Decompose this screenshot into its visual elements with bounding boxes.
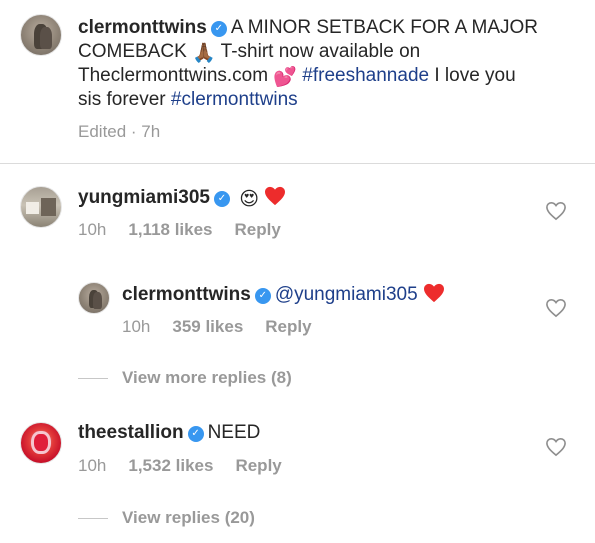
comment-meta: 10h 1,532 likes Reply xyxy=(78,456,282,476)
edited-label: Edited · 7h xyxy=(78,122,161,141)
reply-text-line: clermonttwins ✓ @yungmiami305 xyxy=(122,283,445,307)
like-heart-icon[interactable] xyxy=(545,437,567,457)
mention-link[interactable]: @yungmiami305 xyxy=(275,284,418,305)
red-heart-emoji-icon xyxy=(265,186,286,206)
reply-time: 10h xyxy=(122,317,151,336)
view-more-replies-button[interactable]: View more replies (8) xyxy=(122,368,292,388)
verified-badge-icon: ✓ xyxy=(187,426,204,442)
caption-text-2: COMEBACK xyxy=(78,41,187,62)
caption-line-2: COMEBACK 🙏🏾 T-shirt now available on xyxy=(78,40,420,66)
pray-emoji-icon: 🙏🏾 xyxy=(192,43,216,64)
view-more-line xyxy=(78,378,108,379)
reply-avatar-clermonttwins[interactable] xyxy=(78,282,110,314)
verified-badge-icon: ✓ xyxy=(210,21,227,37)
comment-likes[interactable]: 1,118 likes xyxy=(128,220,212,239)
caption-text-2b: T-shirt now available on xyxy=(220,41,421,62)
caption-text-4: sis forever xyxy=(78,89,166,110)
comment-text-line: yungmiami305 ✓ 😍 xyxy=(78,186,286,212)
two-hearts-emoji-icon: 💕 xyxy=(273,67,298,88)
comment-meta: 10h 1,118 likes Reply xyxy=(78,220,281,240)
red-heart-emoji-icon xyxy=(423,283,444,303)
caption-text-1: A MINOR SETBACK FOR A MAJOR xyxy=(230,17,539,38)
reply-button[interactable]: Reply xyxy=(265,317,311,336)
like-heart-icon[interactable] xyxy=(545,201,567,221)
comment-time: 10h xyxy=(78,456,107,475)
reply-button[interactable]: Reply xyxy=(235,220,281,239)
verified-badge-icon: ✓ xyxy=(214,191,230,207)
comment-text: NEED xyxy=(207,422,261,443)
comment-username[interactable]: yungmiami305 xyxy=(78,187,210,208)
view-replies-button[interactable]: View replies (20) xyxy=(122,508,255,528)
post-author-avatar[interactable] xyxy=(20,14,62,56)
post-username[interactable]: clermonttwins xyxy=(78,17,207,38)
comments-screen: clermonttwins ✓ A MINOR SETBACK FOR A MAJO… xyxy=(0,0,595,543)
reply-username[interactable]: clermonttwins xyxy=(122,284,251,305)
caption-line-3: Theclermonttwins.com 💕 #freeshannade I l… xyxy=(78,64,516,90)
reply-meta: 10h 359 likes Reply xyxy=(122,317,312,337)
post-edited-time: Edited · 7h xyxy=(78,122,160,142)
reply-likes[interactable]: 359 likes xyxy=(172,317,243,336)
comment-text-line: theestallion ✓ NEED xyxy=(78,421,260,445)
comment-avatar-yungmiami305[interactable] xyxy=(20,186,62,228)
comment-time: 10h xyxy=(78,220,107,239)
caption-line-1: clermonttwins ✓ A MINOR SETBACK FOR A MAJO… xyxy=(78,16,538,40)
like-heart-icon[interactable] xyxy=(545,298,567,318)
divider xyxy=(0,163,595,164)
caption-link: Theclermonttwins.com xyxy=(78,65,269,86)
comment-likes[interactable]: 1,532 likes xyxy=(128,456,213,475)
hashtag-clermonttwins[interactable]: #clermonttwins xyxy=(171,89,298,110)
heart-eyes-emoji-icon: 😍 xyxy=(239,189,260,210)
reply-button[interactable]: Reply xyxy=(235,456,281,475)
caption-text-3b: I love you xyxy=(434,65,516,86)
verified-badge-icon: ✓ xyxy=(254,288,271,304)
caption-line-4: sis forever #clermonttwins xyxy=(78,88,298,112)
comment-username[interactable]: theestallion xyxy=(78,422,184,443)
comment-avatar-theestallion[interactable] xyxy=(20,422,62,464)
hashtag-freeshannade[interactable]: #freeshannade xyxy=(302,65,429,86)
view-replies-line xyxy=(78,518,108,519)
